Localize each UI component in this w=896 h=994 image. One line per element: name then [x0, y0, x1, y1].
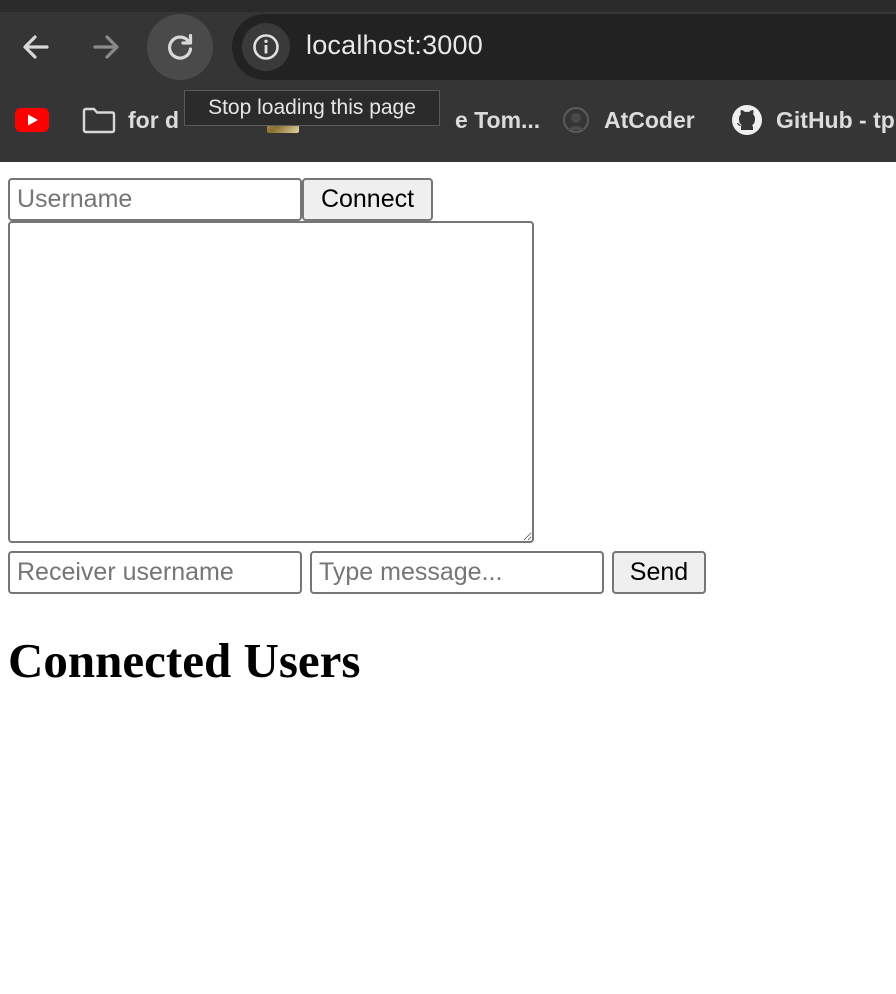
reload-icon	[168, 33, 193, 60]
address-bar[interactable]: localhost:3000	[232, 14, 896, 80]
page-content: Connect Send Connected Users	[0, 162, 896, 994]
reload-tooltip: Stop loading this page	[184, 90, 440, 126]
info-icon	[253, 34, 279, 60]
github-icon	[732, 105, 762, 135]
reload-button[interactable]	[147, 14, 213, 80]
youtube-icon	[15, 108, 49, 132]
tab-strip-edge	[0, 0, 896, 12]
forward-button[interactable]	[73, 14, 139, 80]
url-text[interactable]: localhost:3000	[306, 30, 483, 61]
bookmark-tom-label: e Tom...	[455, 106, 541, 133]
bookmarks-bar: for d e Tom... AtCoder GitHub - tp	[0, 96, 896, 144]
bookmark-github[interactable]: GitHub - tp	[730, 96, 895, 144]
send-button[interactable]: Send	[612, 551, 706, 594]
folder-icon	[82, 107, 116, 134]
username-input[interactable]	[8, 178, 302, 221]
bookmark-youtube[interactable]	[15, 96, 49, 144]
bookmark-github-label: GitHub - tp	[776, 106, 895, 133]
back-arrow-icon	[23, 35, 49, 59]
bookmark-atcoder-label: AtCoder	[604, 106, 695, 133]
messages-textarea[interactable]	[8, 221, 534, 543]
receiver-username-input[interactable]	[8, 551, 302, 594]
back-button[interactable]	[3, 14, 69, 80]
bookmark-folder-label: for d	[128, 106, 180, 133]
atcoder-icon	[563, 107, 589, 133]
browser-chrome: localhost:3000 for d e Tom... AtCoder Gi…	[0, 0, 896, 162]
connect-button[interactable]: Connect	[302, 178, 433, 221]
site-info-button[interactable]	[242, 23, 290, 71]
connected-users-heading: Connected Users	[8, 633, 361, 688]
forward-arrow-icon	[93, 35, 119, 59]
message-input[interactable]	[310, 551, 604, 594]
bookmark-folder[interactable]: for d	[82, 96, 179, 144]
bookmark-atcoder[interactable]: AtCoder	[560, 96, 695, 144]
